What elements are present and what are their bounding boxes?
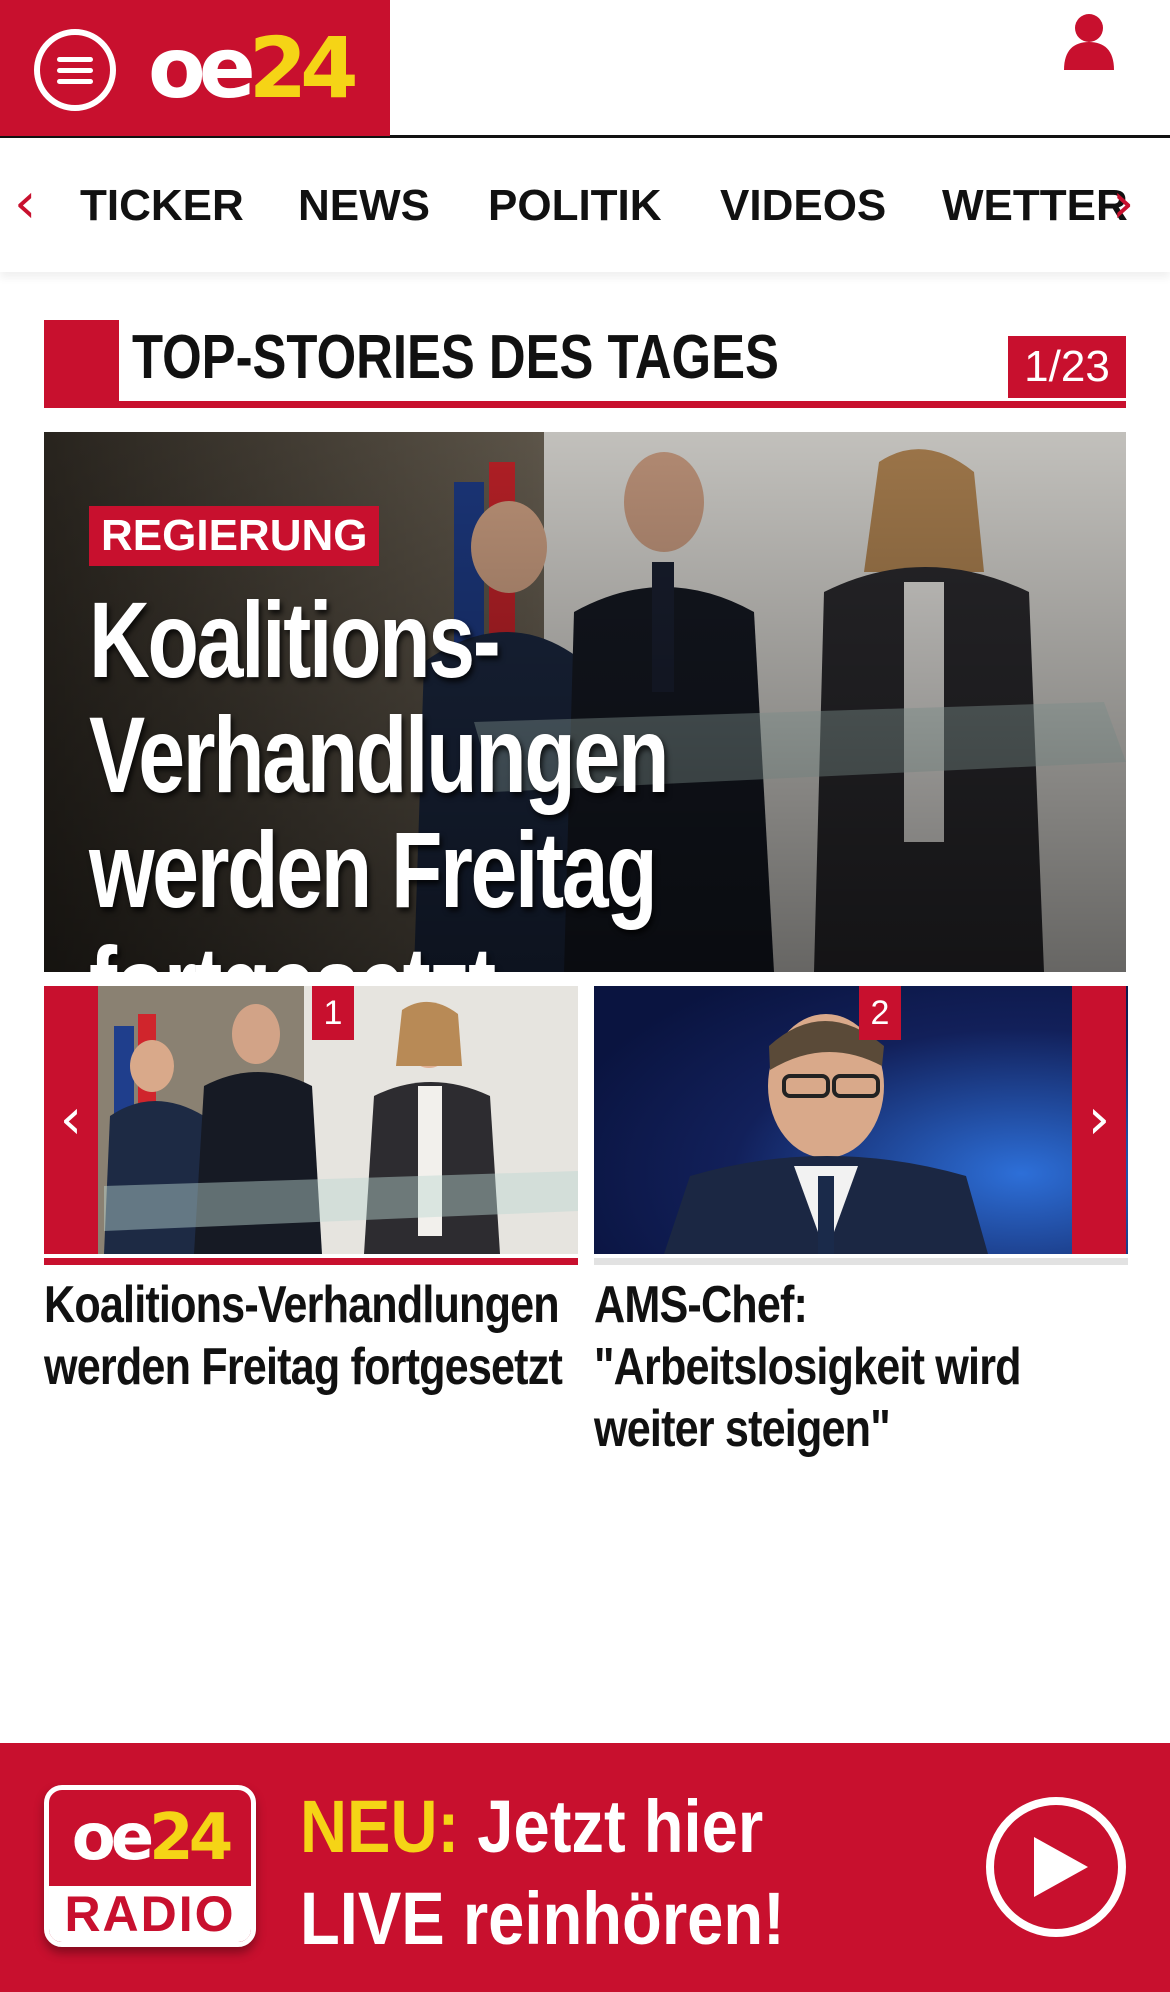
- radio-logo: oe24 RADIO: [44, 1785, 256, 1947]
- section-marker: [44, 320, 119, 408]
- hero-headline: Koalitions- Verhandlungen werden Freitag…: [89, 579, 669, 972]
- slider-next-button[interactable]: ›: [1072, 986, 1126, 1254]
- play-icon[interactable]: [986, 1797, 1126, 1937]
- logo-block: oe24: [0, 0, 390, 136]
- teaser-active-indicator: [44, 1258, 578, 1265]
- teaser-number-badge: 1: [312, 986, 354, 1040]
- radio-live-banner[interactable]: oe24 RADIO NEU: Jetzt hier LIVE reinhöre…: [0, 1743, 1170, 1992]
- teaser-title: Koalitions-Verhandlungen werden Freitag …: [44, 1276, 563, 1396]
- site-header: oe24: [0, 0, 1170, 138]
- category-nav: ‹ TICKER NEWS POLITIK VIDEOS WETTER ›: [0, 140, 1170, 272]
- slider-prev-button[interactable]: ‹: [44, 986, 98, 1254]
- nav-item-wetter[interactable]: WETTER: [942, 180, 1128, 232]
- teaser-inactive-indicator: [594, 1258, 1128, 1265]
- nav-item-ticker[interactable]: TICKER: [80, 180, 244, 232]
- slide-counter: 1/23: [1008, 336, 1126, 398]
- radio-banner-text: NEU: Jetzt hier LIVE reinhören!: [300, 1785, 785, 1960]
- chevron-left-icon[interactable]: ‹: [14, 174, 36, 234]
- teaser-title: AMS-Chef: "Arbeitslosigkeit wird weiter …: [594, 1276, 1022, 1458]
- story-slider: ‹ 1 Koalitions-Verhandlungen werden Frei…: [44, 986, 1128, 1458]
- nav-item-news[interactable]: NEWS: [298, 180, 430, 232]
- teaser-image: [44, 986, 578, 1254]
- section-title: TOP-STORIES DES TAGES: [132, 323, 779, 392]
- teaser-card[interactable]: 2 AMS-Chef: "Arbeitslosigkeit wird weite…: [594, 986, 1128, 1458]
- hero-kicker: REGIERUNG: [89, 506, 380, 566]
- user-icon[interactable]: [1062, 12, 1116, 70]
- chevron-right-icon[interactable]: ›: [1112, 174, 1134, 234]
- teaser-card[interactable]: ‹ 1 Koalitions-Verhandlungen werden Frei…: [44, 986, 578, 1396]
- nav-item-videos[interactable]: VIDEOS: [720, 180, 886, 232]
- teaser-number-badge: 2: [859, 986, 901, 1040]
- nav-item-politik[interactable]: POLITIK: [488, 180, 662, 232]
- radio-new-label: NEU:: [300, 1785, 460, 1868]
- site-logo[interactable]: oe24: [148, 20, 359, 116]
- hero-story[interactable]: REGIERUNG Koalitions- Verhandlungen werd…: [44, 432, 1126, 972]
- hamburger-menu-icon[interactable]: [34, 29, 116, 111]
- section-header: TOP-STORIES DES TAGES 1/23: [44, 320, 1126, 408]
